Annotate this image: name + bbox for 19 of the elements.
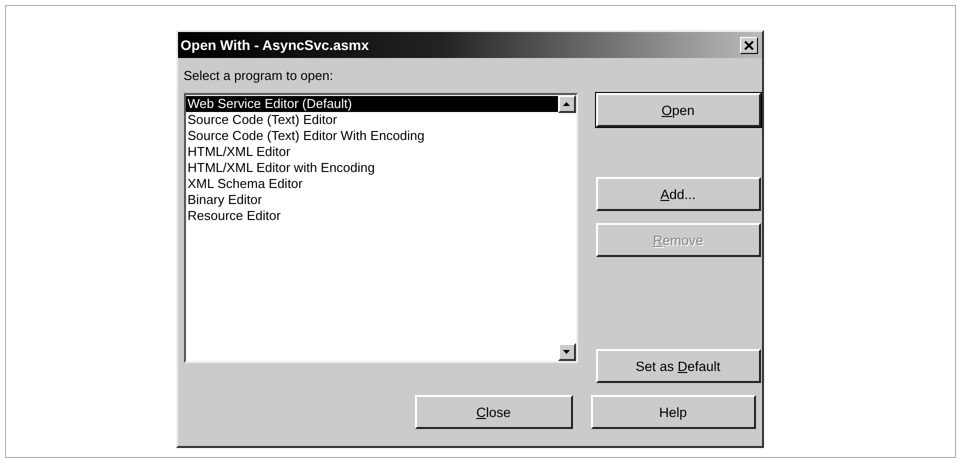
- program-item[interactable]: HTML/XML Editor with Encoding: [186, 160, 558, 176]
- scrollbar[interactable]: [558, 95, 576, 361]
- program-item[interactable]: Resource Editor: [186, 208, 558, 224]
- program-item[interactable]: XML Schema Editor: [186, 176, 558, 192]
- scroll-up-icon[interactable]: [558, 95, 576, 113]
- program-item[interactable]: Source Code (Text) Editor: [186, 112, 558, 128]
- scroll-down-icon[interactable]: [558, 343, 576, 361]
- prompt-label: Select a program to open:: [184, 68, 334, 83]
- program-item[interactable]: Source Code (Text) Editor With Encoding: [186, 128, 558, 144]
- dialog-button[interactable]: Open: [596, 93, 760, 127]
- dialog-button[interactable]: Help: [590, 395, 756, 429]
- window-title: Open With - AsyncSvc.asmx: [180, 37, 369, 53]
- dialog-button[interactable]: Add...: [596, 177, 760, 211]
- dialog-button[interactable]: Set as Default: [596, 349, 760, 383]
- close-icon[interactable]: [740, 36, 758, 54]
- dialog-button[interactable]: Close: [414, 395, 572, 429]
- program-item[interactable]: Web Service Editor (Default): [186, 96, 558, 112]
- program-item[interactable]: Binary Editor: [186, 192, 558, 208]
- program-item[interactable]: HTML/XML Editor: [186, 144, 558, 160]
